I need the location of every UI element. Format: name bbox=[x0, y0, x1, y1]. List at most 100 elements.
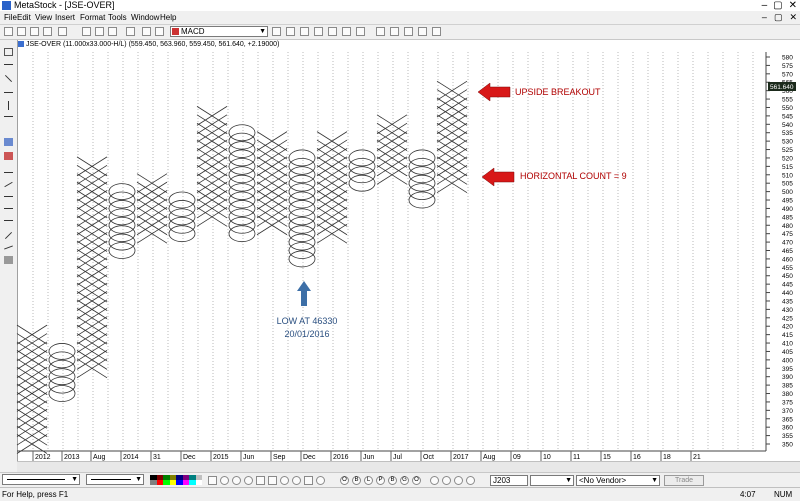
y-tick-label: 485 bbox=[782, 214, 793, 221]
browser-icon[interactable] bbox=[232, 476, 241, 485]
o-mark bbox=[108, 208, 136, 226]
o-mark bbox=[108, 200, 136, 217]
window-icon[interactable] bbox=[256, 476, 265, 485]
y-tick-label: 425 bbox=[782, 315, 793, 322]
symbol-dropdown[interactable]: ▼ bbox=[530, 475, 574, 486]
y-tick-label: 410 bbox=[782, 341, 793, 348]
circle-b-icon[interactable]: B bbox=[352, 476, 361, 485]
pf-column bbox=[408, 149, 436, 209]
pf-column bbox=[348, 149, 376, 192]
o-mark bbox=[108, 225, 136, 243]
pf-column bbox=[16, 324, 48, 454]
color-more-icon[interactable] bbox=[208, 476, 217, 485]
circle-g-icon[interactable]: G bbox=[400, 476, 409, 485]
chevron-down-icon: ▼ bbox=[565, 477, 572, 484]
vendor-select[interactable]: <No Vendor> ▼ bbox=[576, 475, 660, 486]
circle-b2-icon[interactable]: B bbox=[388, 476, 397, 485]
y-tick-label: 510 bbox=[782, 172, 793, 179]
x-tick-label: 31 bbox=[153, 454, 161, 461]
y-tick-label: 530 bbox=[782, 139, 793, 146]
x-tick-label: Jun bbox=[243, 454, 254, 461]
status-time: 4:07 bbox=[740, 490, 756, 499]
line-weight-select[interactable]: ▼ bbox=[86, 474, 144, 485]
x-tick-label: Jul bbox=[393, 454, 402, 461]
o-mark bbox=[48, 368, 76, 386]
o-mark bbox=[408, 191, 436, 209]
y-tick-label: 435 bbox=[782, 298, 793, 305]
window-icon[interactable] bbox=[304, 476, 313, 485]
window-icon[interactable] bbox=[268, 476, 277, 485]
browser-icon[interactable] bbox=[454, 476, 463, 485]
y-tick-label: 465 bbox=[782, 248, 793, 255]
browser-icon[interactable] bbox=[220, 476, 229, 485]
browser-icon[interactable] bbox=[316, 476, 325, 485]
o-mark bbox=[228, 183, 256, 201]
trade-button[interactable]: Trade bbox=[664, 475, 704, 486]
browser-icon[interactable] bbox=[280, 476, 289, 485]
browser-icon[interactable] bbox=[292, 476, 301, 485]
o-mark bbox=[228, 216, 256, 234]
upside-breakout-label: UPSIDE BREAKOUT bbox=[515, 87, 601, 97]
o-mark bbox=[168, 216, 196, 234]
pf-column bbox=[288, 149, 316, 268]
y-tick-label: 365 bbox=[782, 416, 793, 423]
o-mark bbox=[288, 183, 316, 201]
symbol-field[interactable]: J203 bbox=[490, 475, 528, 486]
o-mark bbox=[228, 191, 256, 209]
o-mark bbox=[348, 157, 376, 175]
x-tick-label: 10 bbox=[543, 454, 551, 461]
pf-column bbox=[48, 343, 76, 402]
browser-icon[interactable] bbox=[466, 476, 475, 485]
circle-l-icon[interactable]: L bbox=[364, 476, 373, 485]
vendor-value: <No Vendor> bbox=[579, 476, 627, 485]
horizontal-count-arrow bbox=[481, 167, 515, 187]
circle-o2-icon[interactable]: O bbox=[412, 476, 421, 485]
y-tick-label: 390 bbox=[782, 374, 793, 381]
o-mark bbox=[108, 242, 136, 259]
y-tick-label: 495 bbox=[782, 198, 793, 205]
x-tick-label: 11 bbox=[573, 454, 580, 461]
x-tick-label: 18 bbox=[663, 454, 671, 461]
x-tick-label: Sep bbox=[273, 454, 286, 461]
y-tick-label: 540 bbox=[782, 122, 793, 129]
o-mark bbox=[288, 157, 316, 175]
y-tick-label: 400 bbox=[782, 357, 793, 364]
o-mark bbox=[288, 225, 316, 243]
o-mark bbox=[48, 376, 76, 394]
o-mark bbox=[168, 200, 196, 217]
y-tick-label: 380 bbox=[782, 391, 793, 398]
o-mark bbox=[288, 200, 316, 217]
browser-icon[interactable] bbox=[442, 476, 451, 485]
color-palette[interactable] bbox=[150, 475, 202, 485]
x-tick-label: 09 bbox=[513, 454, 521, 461]
o-mark bbox=[408, 166, 436, 184]
point-and-figure-chart[interactable]: 5805755705655605555505455405355305255205… bbox=[0, 0, 800, 500]
browser-icon[interactable] bbox=[244, 476, 253, 485]
x-tick-label: 2017 bbox=[453, 454, 469, 461]
o-mark bbox=[108, 191, 136, 209]
o-mark bbox=[348, 166, 376, 184]
price-tag-text: 561.640 bbox=[770, 84, 794, 91]
x-tick-label: 2014 bbox=[123, 454, 139, 461]
symbol-value: J203 bbox=[493, 476, 511, 485]
x-tick-label: 21 bbox=[693, 454, 701, 461]
o-mark bbox=[228, 132, 256, 150]
y-tick-label: 455 bbox=[782, 265, 793, 272]
y-tick-label: 505 bbox=[782, 181, 793, 188]
pf-column bbox=[376, 114, 408, 185]
pf-column bbox=[168, 191, 196, 243]
circle-o-icon[interactable]: O bbox=[340, 476, 349, 485]
o-mark bbox=[48, 359, 76, 377]
y-tick-label: 450 bbox=[782, 273, 793, 280]
o-mark bbox=[108, 233, 136, 251]
status-bar: For Help, press F1 4:07 NUM bbox=[0, 487, 800, 501]
y-tick-label: 520 bbox=[782, 155, 793, 162]
line-style-select[interactable]: ▼ bbox=[2, 474, 80, 485]
x-tick-label: 2012 bbox=[35, 454, 51, 461]
circle-p-icon[interactable]: P bbox=[376, 476, 385, 485]
horizontal-count-label: HORIZONTAL COUNT = 9 bbox=[520, 171, 627, 181]
browser-icon[interactable] bbox=[430, 476, 439, 485]
x-tick-label: Dec bbox=[183, 454, 196, 461]
price-tag: 561.640 bbox=[768, 82, 796, 91]
x-tick-label: Aug bbox=[483, 454, 496, 461]
